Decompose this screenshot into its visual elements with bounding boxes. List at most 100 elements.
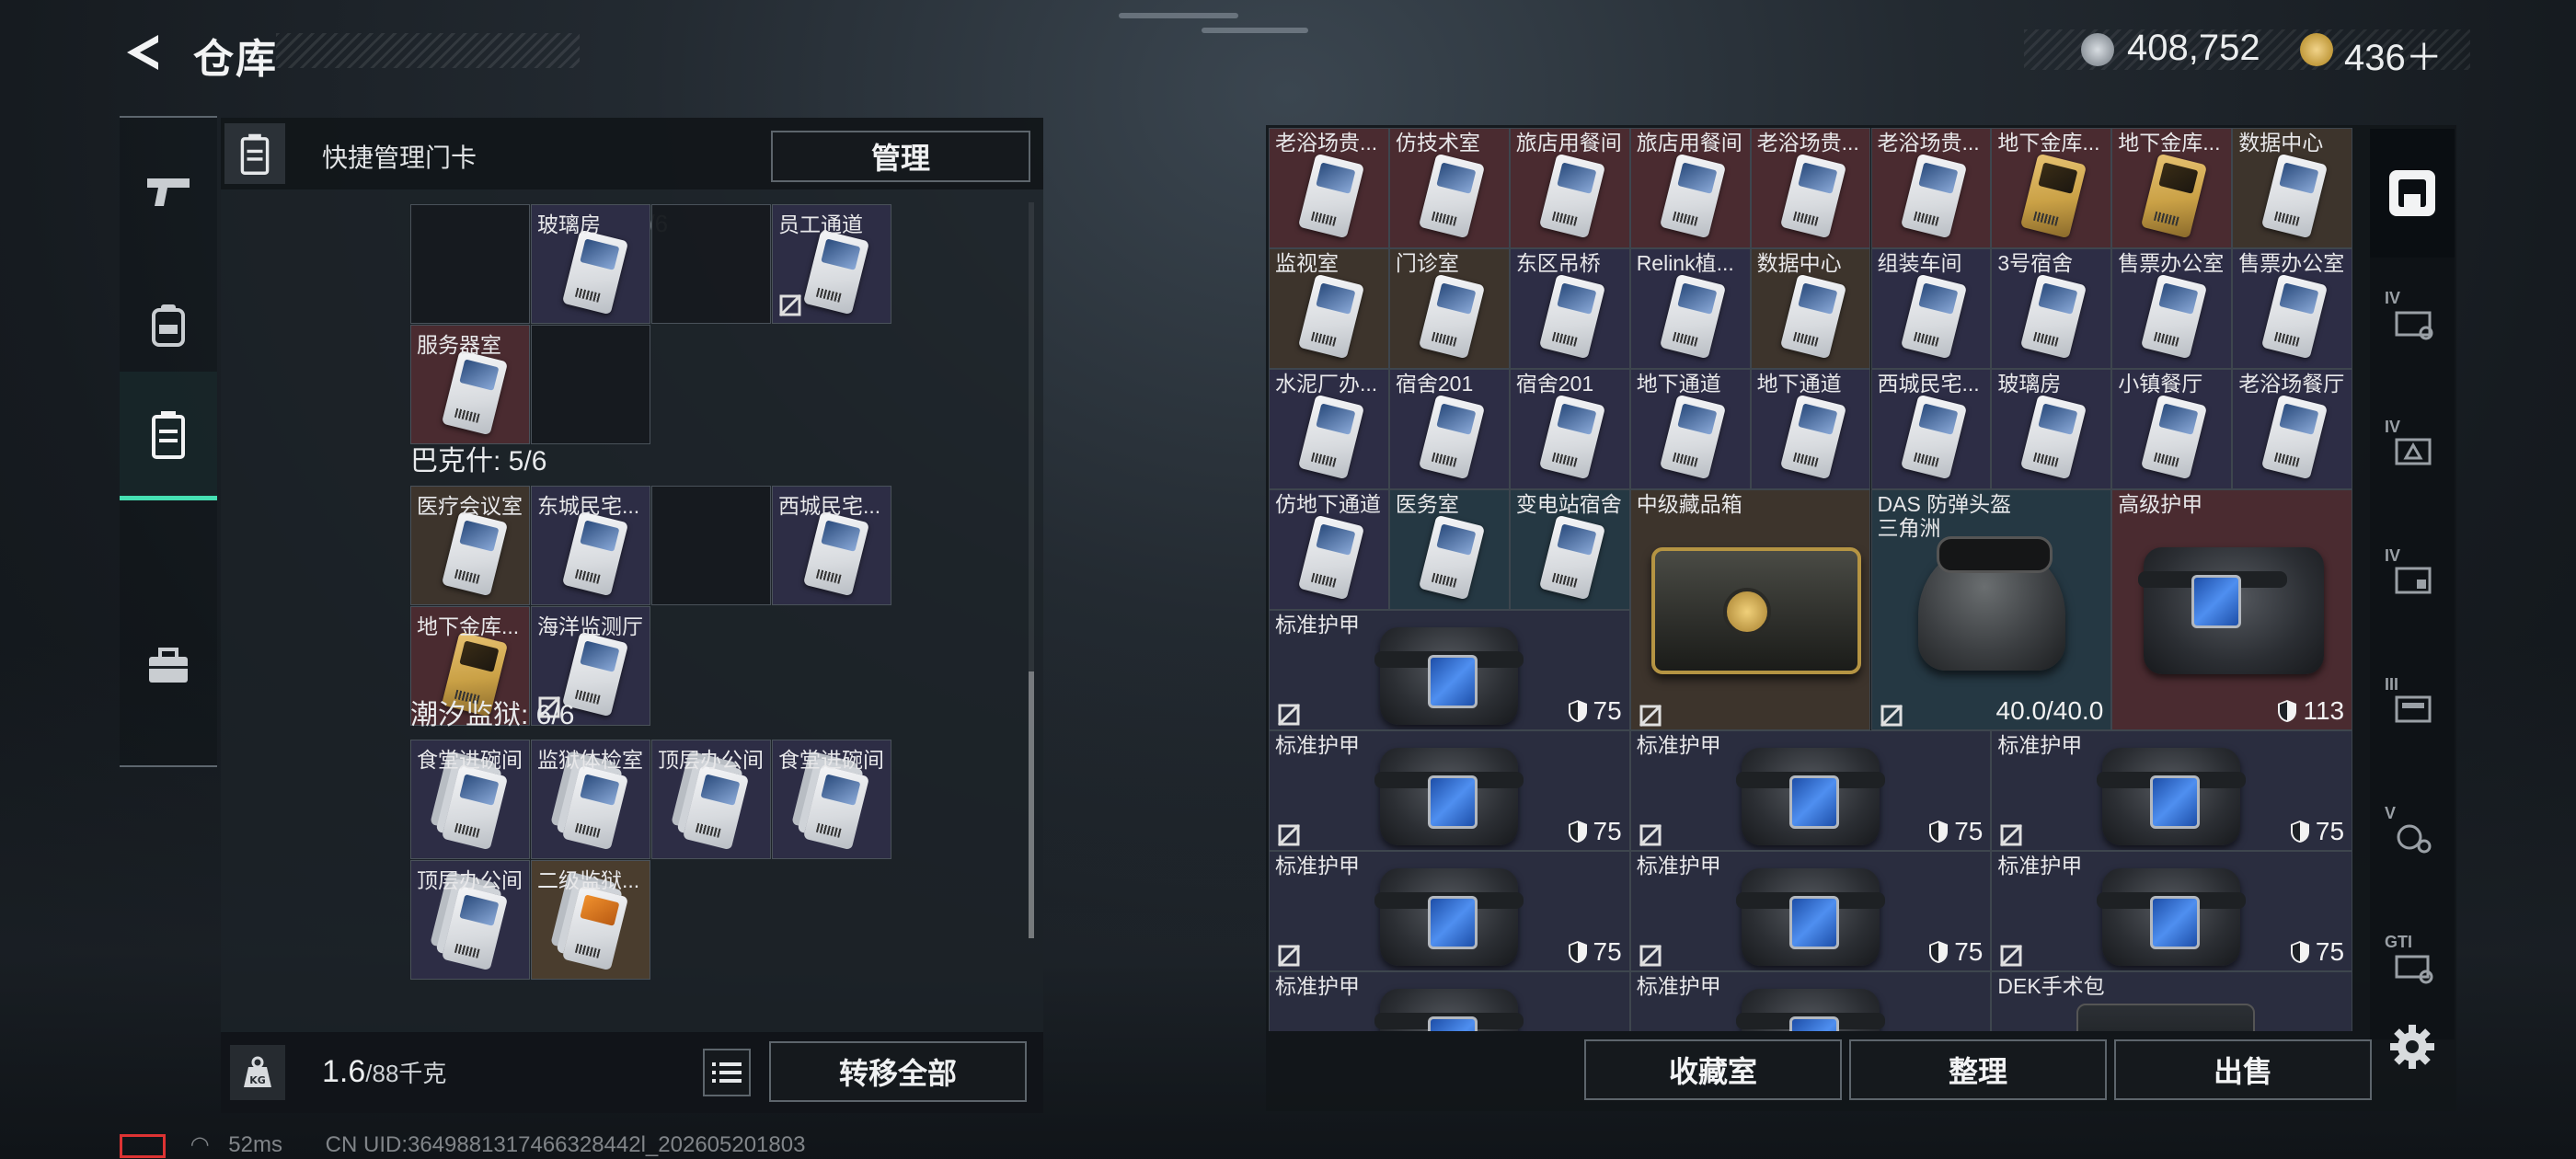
keycard-slot[interactable]: 顶层办公间 xyxy=(651,740,771,859)
keycard-slot[interactable]: 食堂进碗间 xyxy=(410,740,530,859)
rail-equipment[interactable] xyxy=(120,261,217,390)
keycard-slot[interactable]: 旅店用餐间 xyxy=(1629,128,1751,248)
rail-storage-iv-b[interactable]: IV xyxy=(2370,386,2455,515)
item-sublabel: 三角洲 xyxy=(1877,516,1941,540)
keycard-slot[interactable]: 东区吊桥 xyxy=(1509,248,1630,369)
keycard-slot[interactable]: 变电站宿舍 xyxy=(1509,489,1630,610)
rail-storage-iii[interactable]: III xyxy=(2370,644,2455,773)
rail-weapons[interactable] xyxy=(120,127,217,256)
keycard-label: 服务器室 xyxy=(417,333,501,357)
rail-vault[interactable] xyxy=(2370,129,2455,258)
armor-slot[interactable]: 标准护甲 75 xyxy=(1629,730,1992,851)
keycard-slot[interactable]: 地下通道 xyxy=(1750,369,1871,489)
keycard-slot[interactable]: 二级监狱... xyxy=(531,860,650,980)
keycard-slot[interactable]: 仿地下通道 xyxy=(1269,489,1389,610)
keycard-label: 医疗会议室 xyxy=(417,494,523,518)
tier-label: III xyxy=(2385,675,2399,694)
uid: CN UID:3649881317466328442l_202605201803 xyxy=(325,1132,806,1157)
keycard-slot[interactable]: 监视室 xyxy=(1269,248,1389,369)
keycard-slot[interactable]: 3号宿舍 xyxy=(1991,248,2112,369)
keycard-slot[interactable]: 老浴场贵... xyxy=(1750,128,1871,248)
keycard-slot[interactable]: 老浴场餐厅 xyxy=(2232,369,2353,489)
keycard-slot[interactable]: 地下金库... xyxy=(1991,128,2112,248)
left-scrollbar-thumb[interactable] xyxy=(1029,671,1034,938)
item-label: 标准护甲 xyxy=(1636,733,1721,757)
keycard-slot[interactable]: 食堂进碗间 xyxy=(772,740,891,859)
item-label: 高级护甲 xyxy=(2118,492,2203,516)
keycard-slot[interactable]: 地下金库... xyxy=(2111,128,2233,248)
keycard-slot[interactable]: 顶层办公间 xyxy=(410,860,530,980)
armor-slot[interactable]: 标准护甲 75 xyxy=(1629,851,1992,971)
keycard-slot[interactable]: 玻璃房 xyxy=(1991,369,2112,489)
keycard-slot[interactable]: 售票办公室 xyxy=(2111,248,2233,369)
empty-slot xyxy=(651,486,771,605)
rail-storage-iv-a[interactable]: IV xyxy=(2370,258,2455,386)
empty-slot xyxy=(531,325,650,444)
keycard-icon xyxy=(2141,273,2208,360)
transfer-all-button[interactable]: 转移全部 xyxy=(769,1041,1027,1102)
rail-tools[interactable] xyxy=(120,602,217,730)
keycard-slot[interactable]: 宿舍201 xyxy=(1388,369,1510,489)
rail-storage-iv-c[interactable]: IV xyxy=(2370,515,2455,644)
keycard-label: 售票办公室 xyxy=(2238,251,2345,275)
keycard-label: 东城民宅... xyxy=(537,494,640,518)
keycard-slot[interactable]: 组装车间 xyxy=(1870,248,1992,369)
keycard-slot[interactable]: 小镇餐厅 xyxy=(2111,369,2233,489)
keycard-slot[interactable]: 宿舍201 xyxy=(1509,369,1630,489)
armor-vest-icon xyxy=(1735,868,1885,966)
keycard-slot[interactable]: 仿技术室 xyxy=(1388,128,1510,248)
currency-gold-amount[interactable]: 436＋ xyxy=(2344,28,2443,81)
gear-icon[interactable] xyxy=(2388,1023,2436,1071)
keycard-slot[interactable]: Relink植... xyxy=(1629,248,1751,369)
durability-value: 75 xyxy=(1568,696,1622,726)
keycard-slot[interactable]: 售票办公室 xyxy=(2232,248,2353,369)
keycard-slot[interactable]: 监狱体检室 xyxy=(531,740,650,859)
keycard-slot[interactable]: 水泥厂办... xyxy=(1269,369,1389,489)
keycard-slot[interactable]: 西城民宅... xyxy=(772,486,891,605)
keycard-slot[interactable]: 医务室 xyxy=(1388,489,1510,610)
durability-value: 75 xyxy=(1568,937,1622,967)
keycard-slot[interactable]: 地下通道 xyxy=(1629,369,1751,489)
item-label: 标准护甲 xyxy=(1636,974,1721,998)
armor-slot[interactable]: 标准护甲 75 xyxy=(1269,851,1630,971)
armor-slot[interactable]: 标准护甲 75 xyxy=(1991,730,2353,851)
rail-storage-v[interactable]: V xyxy=(2370,773,2455,901)
keycard-slot[interactable]: 西城民宅... xyxy=(1870,369,1992,489)
keycard-slot[interactable]: 东城民宅... xyxy=(531,486,650,605)
armor-slot[interactable]: 标准护甲 xyxy=(1269,971,1630,1031)
manage-button[interactable]: 管理 xyxy=(771,131,1030,182)
back-arrow-icon[interactable] xyxy=(121,31,164,74)
keycard-label: 3号宿舍 xyxy=(1997,251,2074,275)
sell-button[interactable]: 出售 xyxy=(2114,1039,2372,1100)
keycard-slot[interactable]: 医疗会议室 xyxy=(410,486,530,605)
keycard-slot[interactable]: 数据中心 xyxy=(1750,248,1871,369)
armor-slot[interactable]: 标准护甲 75 xyxy=(1269,610,1630,730)
collection-room-button[interactable]: 收藏室 xyxy=(1584,1039,1842,1100)
status-bar: ◠ 52ms CN UID:3649881317466328442l_20260… xyxy=(120,1131,805,1158)
keycard-slot[interactable]: 数据中心 xyxy=(2232,128,2353,248)
list-view-button[interactable] xyxy=(703,1049,751,1096)
keycard-slot[interactable]: 旅店用餐间 xyxy=(1509,128,1630,248)
medkit-slot[interactable]: DEK手术包 xyxy=(1991,971,2353,1031)
ceiling-light xyxy=(1202,28,1308,33)
keycard-slot[interactable]: 门诊室 xyxy=(1388,248,1510,369)
armor-slot[interactable]: 标准护甲 75 xyxy=(1269,730,1630,851)
advanced-armor-slot[interactable]: 高级护甲 113 xyxy=(2111,489,2353,730)
sort-button[interactable]: 整理 xyxy=(1849,1039,2107,1100)
keycard-slot[interactable]: 老浴场贵... xyxy=(1870,128,1992,248)
collection-box-slot[interactable]: 中级藏品箱 xyxy=(1629,489,1871,730)
storage-box-icon xyxy=(2395,955,2433,984)
helmet-slot[interactable]: DAS 防弹头盔 三角洲 40.0/40.0 xyxy=(1870,489,2112,730)
keycard-icon xyxy=(1538,153,1605,239)
keycard-slot[interactable]: 玻璃房 xyxy=(531,204,650,324)
ping: 52ms xyxy=(228,1132,282,1157)
keycard-slot[interactable]: 员工通道 xyxy=(772,204,891,324)
keycard-slot[interactable]: 老浴场贵... xyxy=(1269,128,1389,248)
keycard-slot[interactable]: 服务器室 xyxy=(410,325,530,444)
armor-slot[interactable]: 标准护甲 xyxy=(1629,971,1992,1031)
armor-vest-icon xyxy=(1735,748,1885,845)
storage-box-icon xyxy=(2395,438,2432,465)
armor-slot[interactable]: 标准护甲 75 xyxy=(1991,851,2353,971)
rail-keycards[interactable] xyxy=(120,372,217,500)
rail-storage-gti[interactable]: GTI xyxy=(2370,901,2455,1030)
